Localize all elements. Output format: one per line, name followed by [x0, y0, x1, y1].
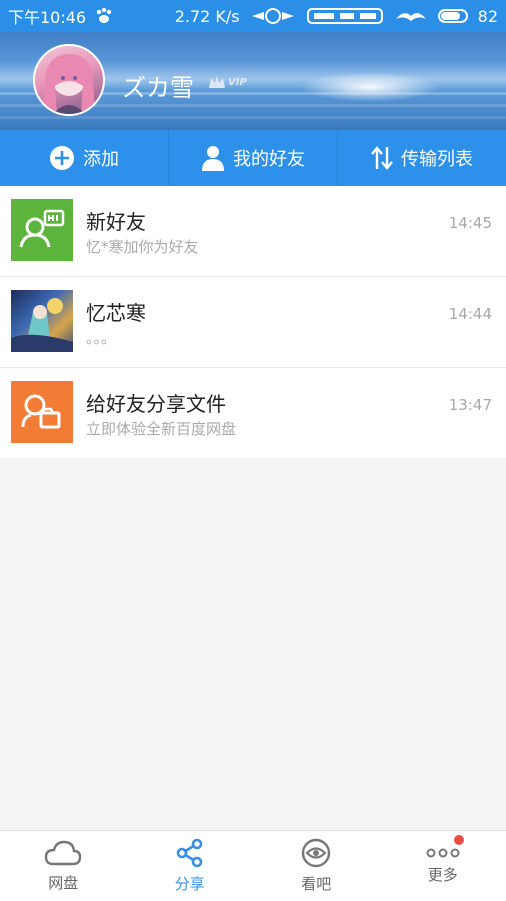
paw-icon: [94, 7, 114, 25]
item-time: 14:44: [449, 305, 492, 323]
my-friends-button[interactable]: 我的好友: [169, 130, 338, 186]
vip-label: VIP: [228, 77, 247, 88]
tab-share-label: 分享: [175, 873, 205, 894]
net-speed: 2.72 K/s: [175, 7, 240, 26]
avatar[interactable]: [33, 44, 105, 116]
item-subtitle: 立即体验全新百度网盘: [86, 418, 236, 439]
more-dots-icon: [426, 847, 460, 859]
item-title: 给好友分享文件: [86, 388, 226, 417]
eye-icon: [301, 838, 331, 868]
transfer-list-label: 传输列表: [401, 145, 473, 171]
my-friends-label: 我的好友: [233, 145, 305, 171]
battery-level: 82: [478, 7, 498, 26]
cloud-icon: [44, 839, 82, 867]
clock-deco-icon: [250, 6, 296, 26]
status-bar: 下午10:46 2.72 K/s 82: [0, 0, 506, 32]
plus-circle-icon: [49, 145, 75, 171]
tab-watch-label: 看吧: [301, 873, 331, 894]
list-item[interactable]: 忆芯寒 。。。 14:44: [0, 277, 506, 368]
bottom-nav: 网盘 分享 看吧 更多: [0, 830, 506, 901]
new-friend-icon: [11, 199, 73, 261]
item-title: 新好友: [86, 206, 146, 235]
transfer-arrows-icon: [371, 145, 393, 171]
tab-netdisk[interactable]: 网盘: [0, 831, 127, 901]
anime-avatar-icon: [11, 290, 73, 352]
status-time: 下午10:46: [8, 4, 86, 28]
add-button[interactable]: 添加: [0, 130, 169, 186]
message-list: 新好友 忆*寒加你为好友 14:45 忆芯寒 。。。 14:44 给好友分享文件: [0, 186, 506, 458]
item-time: 13:47: [449, 396, 492, 414]
tab-more[interactable]: 更多: [380, 831, 506, 901]
battery-icon: [438, 9, 468, 23]
tab-more-label: 更多: [428, 864, 458, 885]
username: ズカ雪: [122, 68, 194, 103]
wing-deco-icon: [394, 7, 428, 25]
item-subtitle: 忆*寒加你为好友: [86, 236, 199, 257]
list-item[interactable]: 给好友分享文件 立即体验全新百度网盘 13:47: [0, 368, 506, 458]
transfer-list-button[interactable]: 传输列表: [338, 130, 506, 186]
vip-badge[interactable]: VIP: [208, 72, 250, 92]
notification-badge: [454, 835, 464, 845]
person-icon: [201, 145, 225, 171]
tab-watch[interactable]: 看吧: [253, 831, 380, 901]
carrier-logo-icon: [306, 6, 384, 26]
item-time: 14:45: [449, 214, 492, 232]
share-file-icon: [11, 381, 73, 443]
tab-netdisk-label: 网盘: [48, 872, 78, 893]
profile-header: ズカ雪 VIP: [0, 32, 506, 130]
share-icon: [175, 838, 205, 868]
add-label: 添加: [83, 145, 119, 171]
item-subtitle: 。。。: [86, 327, 116, 348]
item-title: 忆芯寒: [86, 297, 146, 326]
tab-share[interactable]: 分享: [127, 831, 254, 901]
banner-sun: [300, 72, 440, 102]
action-bar: 添加 我的好友 传输列表: [0, 130, 506, 186]
list-item[interactable]: 新好友 忆*寒加你为好友 14:45: [0, 186, 506, 277]
crown-icon: [208, 74, 226, 90]
